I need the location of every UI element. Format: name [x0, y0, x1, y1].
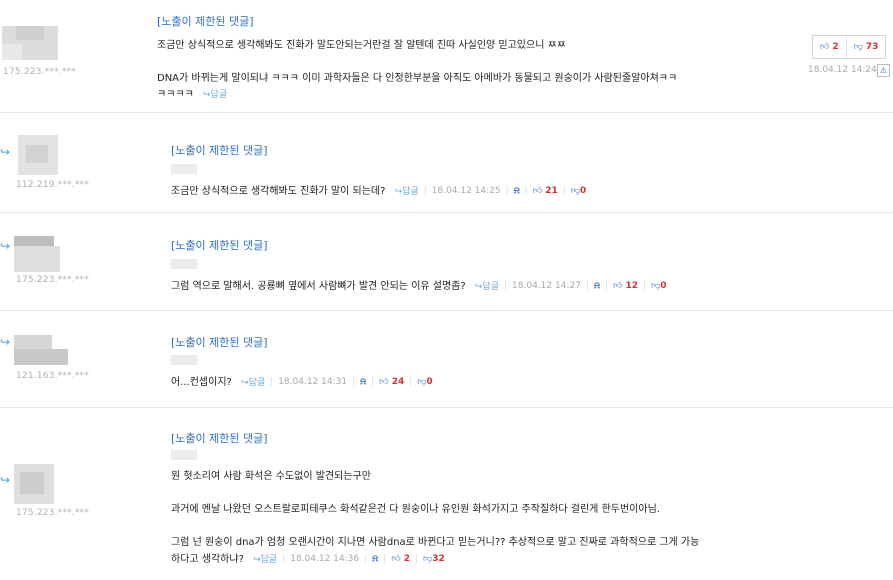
comment-text-line: 조금만 상식적으로 생각해봐도 진화가 말이 되는데? ↪답글 | 18.04.…: [171, 182, 587, 198]
comment-text-line: 그럼 역으로 말해서. 공룡뼈 옆에서 사람뼈가 발견 안되는 이유 설명좀? …: [171, 277, 667, 293]
downvote-count: 0: [660, 280, 667, 291]
commenter-ip: 121.163.***.***: [16, 371, 89, 381]
downvote-count: 0: [426, 376, 433, 387]
commenter-ip: 175.223.***.***: [3, 67, 76, 77]
upvote-count: 2: [832, 42, 839, 52]
downvote-count: 0: [579, 185, 587, 196]
reply-item: ↪ 175.223.***.*** [노출이 제한된 댓글] 뭔 헛소리여 사람…: [0, 408, 893, 580]
restricted-comment-label: [노출이 제한된 댓글]: [171, 432, 268, 445]
reply-link[interactable]: ↪답글: [395, 184, 419, 197]
downvote-button[interactable]: 👎︎0: [571, 186, 586, 196]
upvote-button[interactable]: 👍︎ 2: [813, 36, 846, 58]
thumbs-down-icon: 👎︎: [853, 42, 863, 52]
reply-arrow-icon: ↪: [0, 335, 11, 349]
downvote-button[interactable]: 👎︎32: [423, 554, 445, 564]
commenter-ip: 175.223.***.***: [16, 275, 89, 285]
thumbs-up-icon: 👍︎: [613, 280, 623, 291]
downvote-count: 32: [432, 553, 445, 564]
comment-text-line: 그럼 넌 원숭이 dna가 엄청 오랜시간이 지나면 사람dna로 바뀐다고 믿…: [171, 537, 700, 548]
comment-meta: ↪답글 | 18.04.12 14:36 | ⍾ | 👍︎ 2 | 👎︎32: [253, 552, 445, 566]
avatar: [18, 135, 58, 175]
blurred-nickname: [171, 450, 197, 460]
thumbs-down-icon: 👎︎: [651, 280, 661, 291]
thumbs-up-icon: 👍︎: [391, 553, 401, 564]
reply-item: ↪ 175.223.***.*** [노출이 제한된 댓글] 그럼 역으로 말해…: [0, 213, 893, 307]
comment-meta: ↪답글 | 18.04.12 14:31 | ⍾ | 👍︎ 24 | 👎︎0: [241, 375, 433, 389]
comment-text-tail: ㅋㅋㅋㅋ: [157, 89, 194, 100]
upvote-count: 12: [625, 280, 639, 291]
thumbs-down-icon: 👎︎: [423, 553, 433, 564]
comment-text-line: 과거에 멘날 나왔던 오스트랄로피테쿠스 화석같은건 다 원숭이나 유인원 화석…: [171, 504, 660, 515]
comment-list: 175.223.***.*** [노출이 제한된 댓글] 조금만 상식적으로 생…: [0, 0, 893, 580]
comment-text: 하다고 생각하냐?: [171, 554, 244, 565]
comment-meta: ↪답글 | 18.04.12 14:27 | ⍾ | 👍︎ 12 | 👎︎0: [474, 279, 667, 293]
commenter-ip: 112.219.***.***: [16, 180, 89, 190]
report-bell-icon[interactable]: ⚠: [877, 64, 890, 77]
reply-arrow-icon: ↪: [0, 473, 11, 487]
downvote-count: 73: [865, 42, 879, 52]
report-bell-icon[interactable]: ⍾: [514, 186, 520, 196]
comment-meta: ↪답글 | 18.04.12 14:25 | ⍾ | 👍︎ 21 | 👎︎0: [394, 184, 587, 198]
comment-meta: ↪답글: [203, 87, 227, 100]
comment-date: 18.04.12 14:24: [808, 65, 877, 75]
reply-arrow-icon: ↪: [0, 145, 11, 159]
upvote-button[interactable]: 👍︎ 24: [379, 377, 404, 387]
comment-text-line: 뭔 헛소리여 사람 화석은 수도없이 발견되는구만: [171, 471, 371, 482]
thumbs-up-icon: 👍︎: [820, 42, 830, 52]
restricted-comment-label: [노출이 제한된 댓글]: [171, 144, 268, 157]
commenter-ip: 175.223.***.***: [16, 508, 89, 518]
upvote-button[interactable]: 👍︎ 21: [533, 186, 558, 196]
avatar: [14, 335, 68, 365]
comment-text: 조금만 상식적으로 생각해봐도 진화가 말이 되는데?: [171, 186, 386, 197]
comment-text: 어...컨셉이지?: [171, 377, 232, 388]
restricted-comment-label: [노출이 제한된 댓글]: [157, 15, 254, 28]
thumbs-up-icon: 👍︎: [532, 185, 543, 196]
downvote-button[interactable]: 👎︎ 73: [845, 36, 886, 58]
reply-link[interactable]: ↪답글: [253, 552, 277, 565]
reply-link[interactable]: ↪답글: [475, 279, 499, 292]
upvote-button[interactable]: 👍︎ 12: [613, 281, 638, 291]
thumbs-up-icon: 👍︎: [379, 376, 389, 387]
comment-text: 그럼 역으로 말해서. 공룡뼈 옆에서 사람뼈가 발견 안되는 이유 설명좀?: [171, 281, 466, 292]
reply-link[interactable]: ↪답글: [203, 87, 227, 100]
downvote-button[interactable]: 👎︎0: [651, 281, 666, 291]
comment-text-line: 하다고 생각하냐? ↪답글 | 18.04.12 14:36 | ⍾ | 👍︎ …: [171, 550, 445, 566]
vote-box: 👍︎ 2 👎︎ 73: [812, 35, 887, 59]
comment-date: 18.04.12 14:25: [431, 185, 501, 196]
report-bell-icon[interactable]: ⍾: [372, 554, 378, 564]
comment-date: 18.04.12 14:31: [278, 376, 348, 387]
avatar: [2, 26, 58, 60]
comment-date: 18.04.12 14:27: [512, 280, 581, 291]
upvote-count: 21: [545, 185, 558, 196]
thumbs-down-icon: 👎︎: [570, 185, 580, 196]
downvote-button[interactable]: 👎︎0: [417, 377, 432, 387]
comment-text-line: 어...컨셉이지? ↪답글 | 18.04.12 14:31 | ⍾ | 👍︎ …: [171, 373, 433, 389]
restricted-comment-label: [노출이 제한된 댓글]: [171, 239, 268, 252]
comment-item: 175.223.***.*** [노출이 제한된 댓글] 조금만 상식적으로 생…: [0, 0, 893, 105]
report-bell-icon[interactable]: ⍾: [360, 377, 366, 387]
comment-text-line: 조금만 상식적으로 생각해봐도 진화가 말도안되는거란걸 잘 알텐데 진따 사실…: [157, 40, 566, 51]
upvote-count: 2: [403, 553, 410, 564]
blurred-nickname: [171, 164, 197, 174]
reply-item: ↪ 112.219.***.*** [노출이 제한된 댓글] 조금만 상식적으로…: [0, 113, 893, 209]
upvote-button[interactable]: 👍︎ 2: [391, 554, 410, 564]
reply-arrow-icon: ↪: [0, 239, 11, 253]
comment-date: 18.04.12 14:36: [290, 553, 360, 564]
avatar: [14, 464, 54, 504]
reply-item: ↪ 121.163.***.*** [노출이 제한된 댓글] 어...컨셉이지?…: [0, 311, 893, 403]
avatar: [14, 236, 60, 272]
report-bell-icon[interactable]: ⍾: [594, 281, 600, 291]
comment-text-line: DNA가 바뀌는게 말이되냐 ㅋㅋㅋ 이미 과학자들은 다 인정한부분을 아직도…: [157, 73, 678, 84]
blurred-nickname: [171, 355, 197, 365]
upvote-count: 24: [391, 376, 405, 387]
restricted-comment-label: [노출이 제한된 댓글]: [171, 336, 268, 349]
reply-link[interactable]: ↪답글: [241, 375, 265, 388]
comment-text-line: ㅋㅋㅋㅋ ↪답글: [157, 85, 227, 100]
blurred-nickname: [171, 259, 197, 269]
